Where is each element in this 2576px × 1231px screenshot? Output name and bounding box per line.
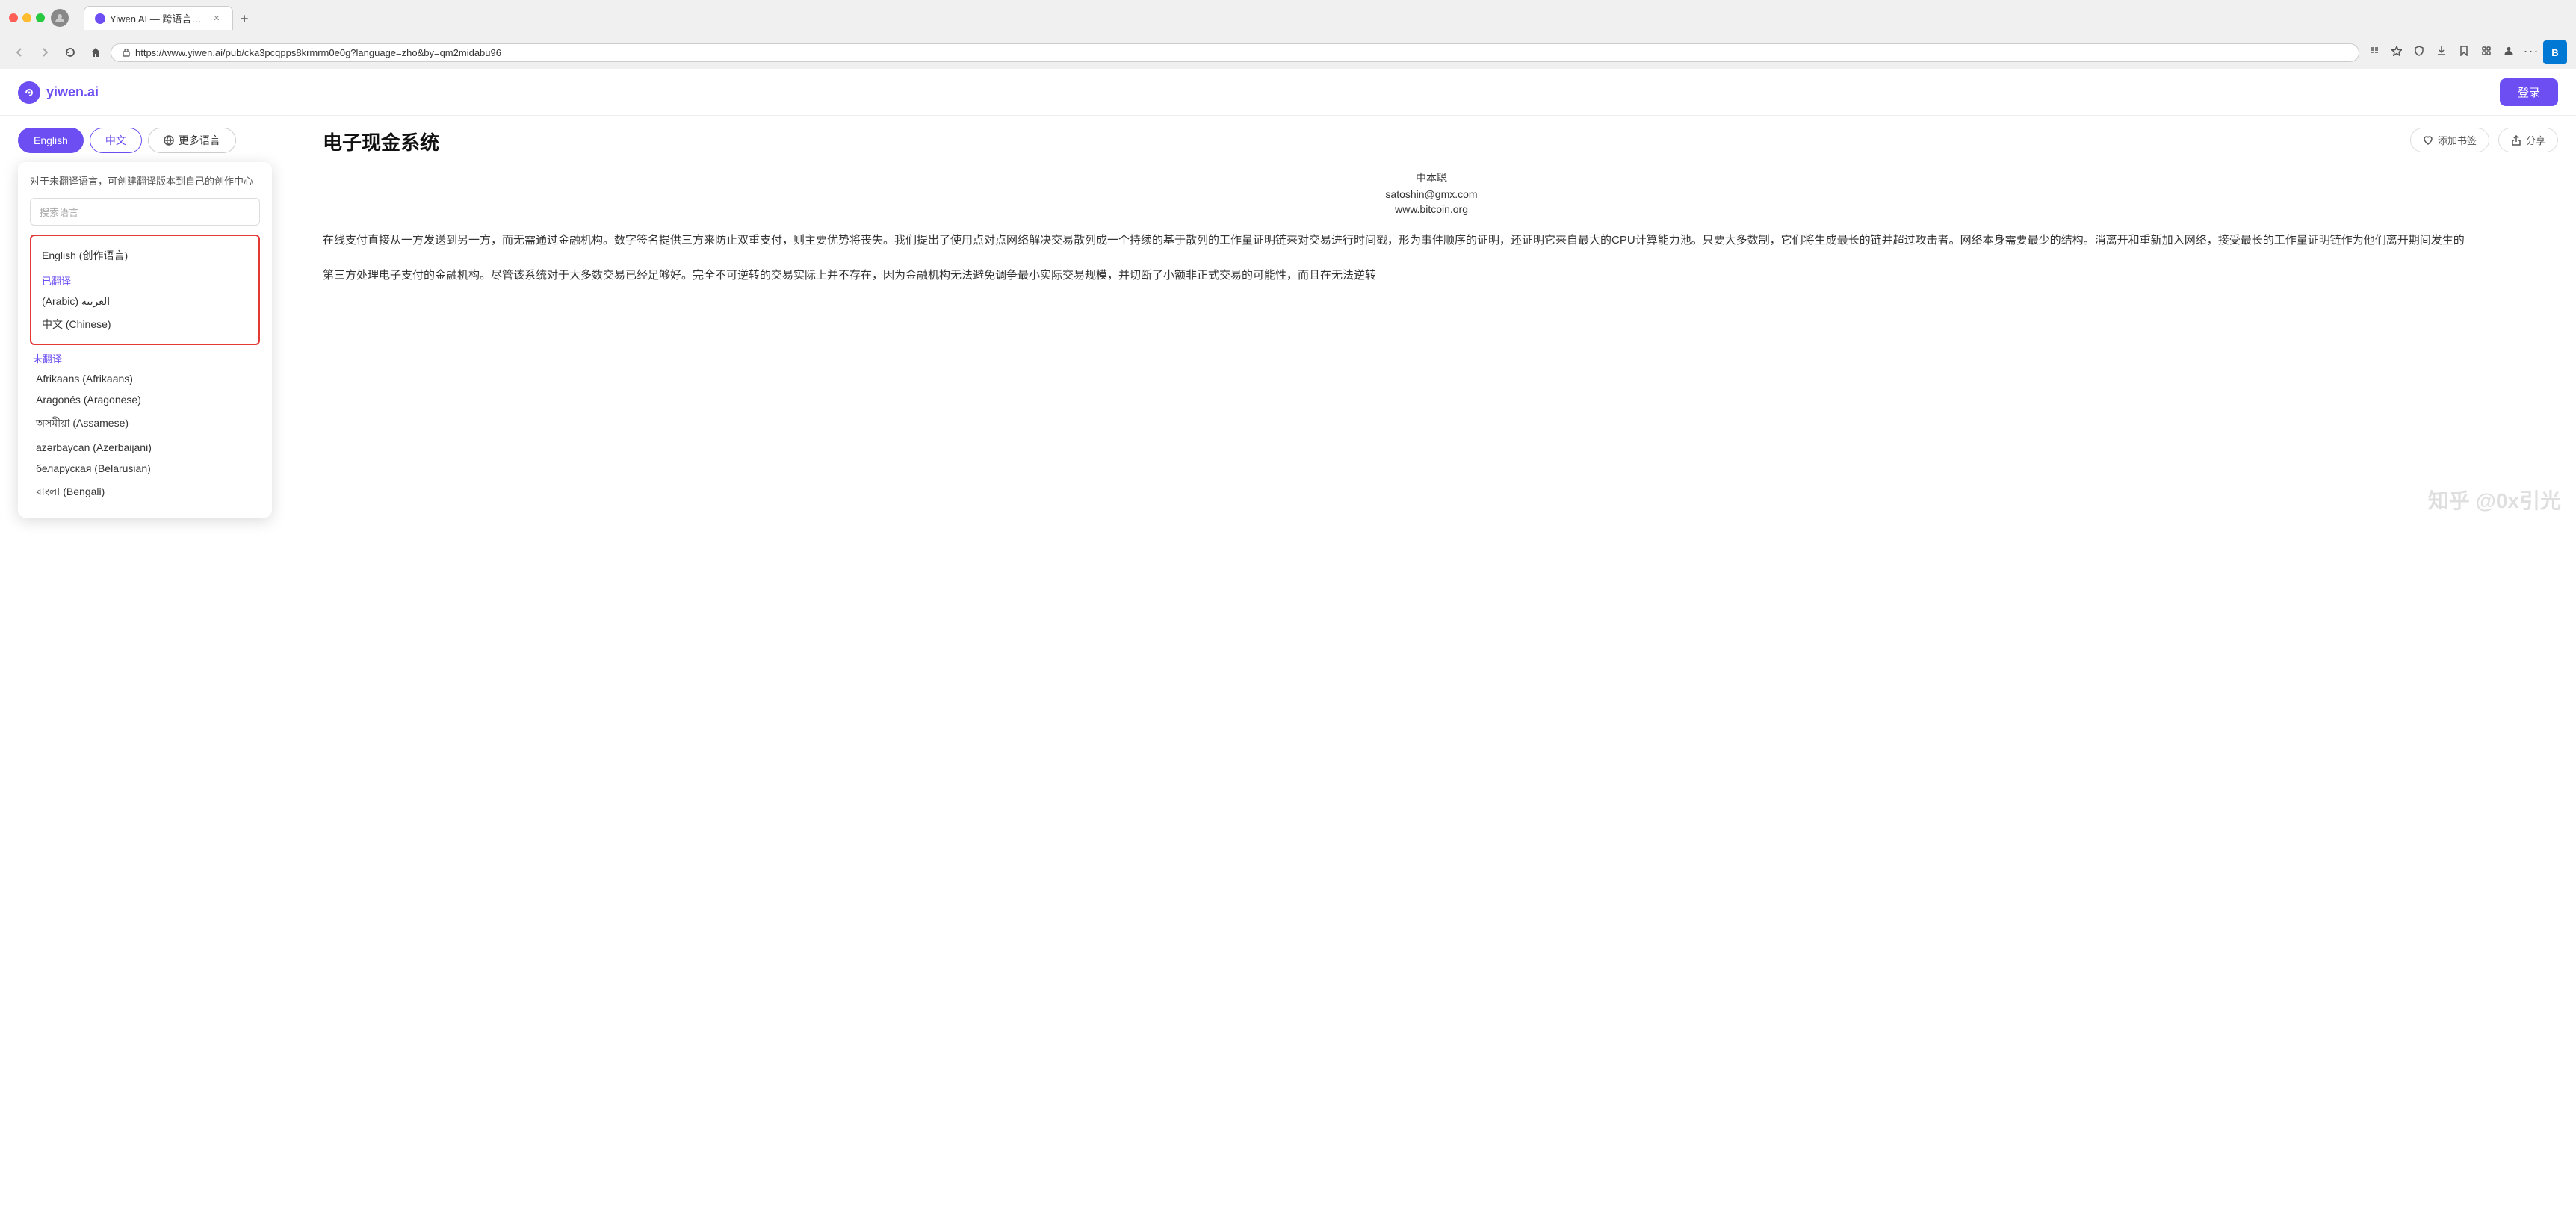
list-item[interactable]: azərbaycan (Azerbaijani) <box>33 437 257 458</box>
bookmark-collections-button[interactable] <box>2453 40 2474 61</box>
search-input-wrap[interactable]: 搜索语言 <box>30 198 260 226</box>
close-button[interactable] <box>9 13 18 22</box>
user-avatar <box>51 9 69 27</box>
more-options-button[interactable]: ··· <box>2521 40 2542 61</box>
article-meta: 中本聪 satoshin@gmx.com www.bitcoin.org <box>323 170 2540 215</box>
article-body: 在线支付直接从一方发送到另一方，而无需通过金融机构。数字签名提供三方来防止双重支… <box>323 230 2540 285</box>
source-language-item[interactable]: English (创作语言) <box>39 244 251 267</box>
lock-icon <box>122 48 131 57</box>
language-tabs: English 中文 更多语言 <box>18 128 287 153</box>
chinese-language-item[interactable]: 中文 (Chinese) <box>39 312 251 336</box>
site-header: yiwen.ai 登录 <box>0 69 2576 116</box>
more-languages-tab[interactable]: 更多语言 <box>148 128 236 153</box>
list-item[interactable]: অসমীয়া (Assamese) <box>33 410 257 437</box>
list-item[interactable]: Aragonés (Aragonese) <box>33 389 257 410</box>
list-item[interactable]: беларуская (Belarusian) <box>33 458 257 479</box>
translated-section-label: 已翻译 <box>42 273 251 288</box>
bing-button[interactable]: B <box>2543 40 2567 64</box>
maximize-button[interactable] <box>36 13 45 22</box>
browser-chrome: Yiwen AI — 跨语言的知识网络 ✕ + https://www.yiwe… <box>0 0 2576 69</box>
url-text: https://www.yiwen.ai/pub/cka3pcqpps8krmr… <box>135 47 2348 58</box>
share-button[interactable]: 分享 <box>2498 128 2558 152</box>
heart-icon <box>2423 135 2433 146</box>
highlighted-languages-section: English (创作语言) 已翻译 (Arabic) العربية 中文 (… <box>30 235 260 345</box>
article-title: 电子现金系统 <box>323 128 2540 155</box>
minimize-button[interactable] <box>22 13 31 22</box>
profile-button[interactable] <box>2498 40 2519 61</box>
nav-actions: ··· B <box>2364 40 2567 64</box>
download-button[interactable] <box>2431 40 2452 61</box>
action-bar: 添加书签 分享 <box>2410 128 2558 152</box>
address-bar[interactable]: https://www.yiwen.ai/pub/cka3pcqpps8krmr… <box>111 43 2359 62</box>
article-email: satoshin@gmx.com <box>323 188 2540 200</box>
article-paragraph-2: 第三方处理电子支付的金融机构。尽管该系统对于大多数交易已经足够好。完全不可逆转的… <box>323 265 2540 285</box>
article-author: 中本聪 <box>323 170 2540 185</box>
search-input[interactable]: 搜索语言 <box>40 205 250 219</box>
more-languages-label: 更多语言 <box>179 133 220 148</box>
forward-button[interactable] <box>34 42 55 63</box>
article-website: www.bitcoin.org <box>323 203 2540 215</box>
nav-bar: https://www.yiwen.ai/pub/cka3pcqpps8krmr… <box>0 36 2576 69</box>
share-label: 分享 <box>2526 133 2545 147</box>
english-tab[interactable]: English <box>18 128 84 153</box>
page-content: yiwen.ai 登录 English 中文 更多语言 对于未翻译语言，可创建翻… <box>0 69 2576 1218</box>
logo-text: yiwen.ai <box>46 84 99 100</box>
tab-title: Yiwen AI — 跨语言的知识网络 <box>110 11 207 25</box>
traffic-lights <box>9 13 45 22</box>
logo-icon <box>18 81 40 104</box>
share-icon <box>2511 135 2521 146</box>
tab-close-icon[interactable]: ✕ <box>211 13 222 24</box>
untranslated-section-label: 未翻译 <box>33 351 260 365</box>
active-tab[interactable]: Yiwen AI — 跨语言的知识网络 ✕ <box>84 6 233 30</box>
title-bar: Yiwen AI — 跨语言的知识网络 ✕ + <box>0 0 2576 36</box>
list-item[interactable]: Afrikaans (Afrikaans) <box>33 368 257 389</box>
reader-mode-button[interactable] <box>2364 40 2385 61</box>
bookmark-star-button[interactable] <box>2386 40 2407 61</box>
language-dropdown: 对于未翻译语言，可创建翻译版本到自己的创作中心 搜索语言 English (创作… <box>18 162 272 518</box>
globe-icon <box>164 135 174 146</box>
arabic-language-item[interactable]: (Arabic) العربية <box>39 291 251 312</box>
article-panel: 电子现金系统 中本聪 satoshin@gmx.com www.bitcoin.… <box>305 128 2558 518</box>
extensions-button[interactable] <box>2476 40 2497 61</box>
refresh-button[interactable] <box>60 42 81 63</box>
shield-button[interactable] <box>2409 40 2430 61</box>
logo: yiwen.ai <box>18 81 99 104</box>
tab-favicon <box>95 13 105 24</box>
add-bookmark-button[interactable]: 添加书签 <box>2410 128 2489 152</box>
back-button[interactable] <box>9 42 30 63</box>
list-item[interactable]: বাংলা (Bengali) <box>33 479 257 506</box>
home-button[interactable] <box>85 42 106 63</box>
dropdown-info: 对于未翻译语言，可创建翻译版本到自己的创作中心 <box>30 174 260 189</box>
article-paragraph-1: 在线支付直接从一方发送到另一方，而无需通过金融机构。数字签名提供三方来防止双重支… <box>323 230 2540 250</box>
new-tab-button[interactable]: + <box>233 8 256 30</box>
main-layout: English 中文 更多语言 对于未翻译语言，可创建翻译版本到自己的创作中心 … <box>0 116 2576 530</box>
tabs-bar: Yiwen AI — 跨语言的知识网络 ✕ + <box>75 6 2567 30</box>
left-panel: English 中文 更多语言 对于未翻译语言，可创建翻译版本到自己的创作中心 … <box>18 128 287 518</box>
chinese-tab[interactable]: 中文 <box>90 128 142 153</box>
add-bookmark-label: 添加书签 <box>2438 133 2477 147</box>
untranslated-languages-list: Afrikaans (Afrikaans) Aragonés (Aragones… <box>30 368 260 506</box>
login-button[interactable]: 登录 <box>2500 78 2558 106</box>
